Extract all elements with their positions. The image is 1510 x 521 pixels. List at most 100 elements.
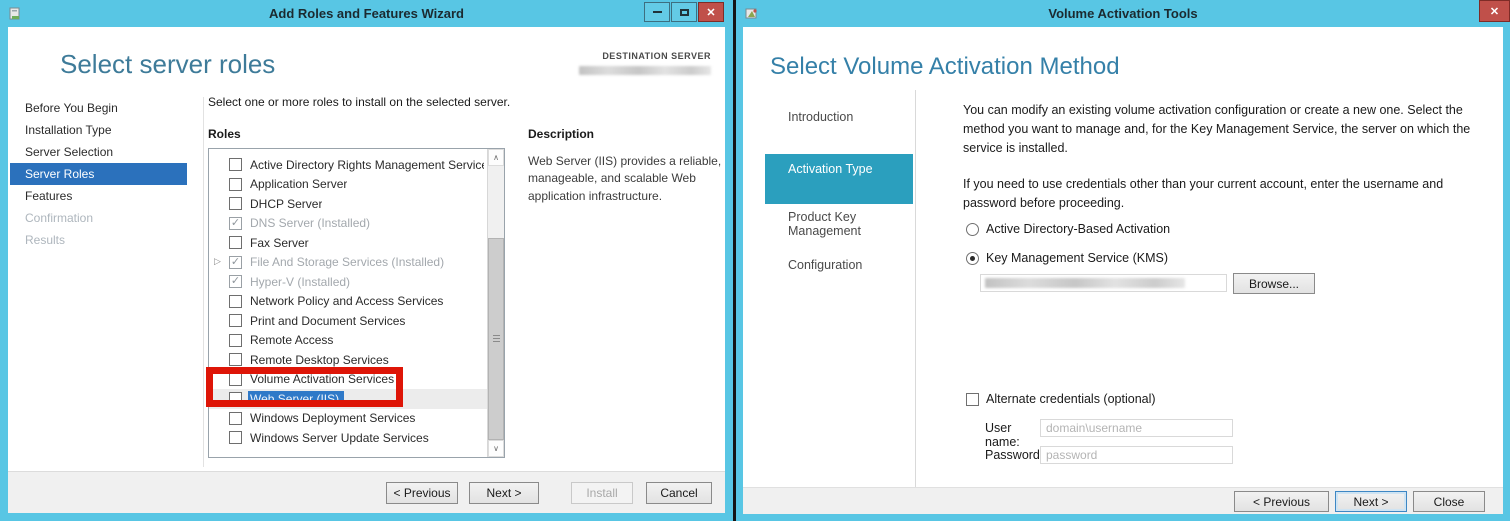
- radio-option-ad-activation[interactable]: Active Directory-Based Activation: [966, 222, 1170, 236]
- checkbox-unchecked-icon[interactable]: [229, 314, 242, 328]
- wizard-body: Select server roles DESTINATION SERVER B…: [8, 27, 725, 513]
- checkbox-checked-icon[interactable]: ✓: [229, 255, 242, 269]
- role-item-fax-server[interactable]: Fax Server: [209, 233, 504, 253]
- roles-list-label: Roles: [208, 127, 241, 141]
- previous-button[interactable]: < Previous: [386, 481, 458, 504]
- intro-paragraph: You can modify an existing volume activa…: [963, 103, 1471, 155]
- scrollbar[interactable]: ∧ ∨: [487, 149, 504, 457]
- destination-server-block: DESTINATION SERVER: [579, 51, 711, 75]
- browse-button[interactable]: Browse...: [1233, 273, 1315, 294]
- tool-body: Select Volume Activation Method Introduc…: [743, 27, 1503, 514]
- role-item-windows-server-update-services[interactable]: Windows Server Update Services: [209, 428, 504, 448]
- titlebar[interactable]: Volume Activation Tools ✕: [736, 0, 1510, 27]
- nav-item-activation-type[interactable]: Activation Type: [765, 154, 913, 204]
- checkbox-unchecked-icon[interactable]: [229, 372, 242, 386]
- maximize-button[interactable]: [671, 2, 697, 22]
- role-item-remote-desktop-services[interactable]: Remote Desktop Services: [209, 350, 504, 370]
- nav-item-installation-type[interactable]: Installation Type: [10, 119, 187, 141]
- username-input[interactable]: [1040, 419, 1233, 437]
- radio-selected-icon[interactable]: [966, 251, 979, 265]
- minimize-button[interactable]: [644, 2, 670, 22]
- nav-item-server-roles[interactable]: Server Roles: [10, 163, 187, 185]
- description-text: Web Server (IIS) provides a reliable, ma…: [528, 154, 722, 203]
- username-field-row: User name:: [985, 421, 1040, 449]
- scrollbar-thumb[interactable]: [488, 238, 504, 440]
- close-button[interactable]: ✕: [1479, 0, 1510, 22]
- role-item-dhcp-server[interactable]: DHCP Server: [209, 194, 504, 214]
- destination-server-label: DESTINATION SERVER: [602, 51, 711, 61]
- checkbox-unchecked-icon[interactable]: [229, 431, 242, 445]
- nav-item-server-selection[interactable]: Server Selection: [10, 141, 187, 163]
- nav-item-introduction[interactable]: Introduction: [743, 110, 915, 124]
- username-label: User name:: [985, 421, 1020, 449]
- role-item-file-and-storage-services[interactable]: ▷ ✓ File And Storage Services (Installed…: [209, 253, 504, 273]
- password-field-row: Password:: [985, 448, 1044, 462]
- checkbox-unchecked-icon[interactable]: [229, 392, 242, 406]
- instruction-text: Select one or more roles to install on t…: [208, 95, 511, 109]
- checkbox-checked-icon[interactable]: ✓: [229, 275, 242, 289]
- checkbox-checked-icon[interactable]: ✓: [229, 216, 242, 230]
- role-item-remote-access[interactable]: Remote Access: [209, 331, 504, 351]
- maximize-icon: [679, 8, 689, 16]
- description-title: Description: [528, 127, 595, 141]
- nav-item-configuration[interactable]: Configuration: [788, 258, 862, 272]
- titlebar[interactable]: Add Roles and Features Wizard ✕: [0, 0, 733, 27]
- kms-server-input[interactable]: [980, 274, 1227, 292]
- previous-button[interactable]: < Previous: [1234, 491, 1329, 512]
- checkbox-unchecked-icon[interactable]: [229, 197, 242, 211]
- nav-item-features[interactable]: Features: [10, 185, 187, 207]
- checkbox-unchecked-icon[interactable]: [229, 411, 242, 425]
- roles-listbox: Active Directory Rights Management Servi…: [208, 148, 505, 458]
- next-button[interactable]: Next >: [1335, 491, 1407, 512]
- checkbox-unchecked-icon[interactable]: [229, 353, 242, 367]
- nav-item-product-key-management[interactable]: Product Key Management: [788, 210, 915, 238]
- password-input[interactable]: [1040, 446, 1233, 464]
- role-item-hyper-v[interactable]: ✓ Hyper-V (Installed): [209, 272, 504, 292]
- role-item-web-server-iis[interactable]: Web Server (IIS): [209, 389, 504, 409]
- page-title: Select server roles: [60, 49, 276, 79]
- radio-unselected-icon[interactable]: [966, 222, 979, 236]
- cancel-button[interactable]: Cancel: [646, 481, 712, 504]
- role-item-application-server[interactable]: Application Server: [209, 175, 504, 195]
- nav-divider: [915, 90, 916, 487]
- wizard-footer: < Previous Next > Install Cancel: [8, 471, 725, 513]
- checkbox-unchecked-icon[interactable]: [229, 236, 242, 250]
- screen: Add Roles and Features Wizard ✕ Select s…: [0, 0, 1510, 521]
- role-item-volume-activation-services[interactable]: Volume Activation Services: [209, 370, 504, 390]
- close-button[interactable]: ✕: [698, 2, 724, 22]
- next-button[interactable]: Next >: [469, 481, 539, 504]
- role-item-dns-server[interactable]: ✓ DNS Server (Installed): [209, 214, 504, 234]
- scroll-down-icon[interactable]: ∨: [488, 440, 504, 457]
- volume-activation-tools-window: Volume Activation Tools ✕ Select Volume …: [736, 0, 1510, 521]
- checkbox-unchecked-icon[interactable]: [229, 158, 242, 172]
- close-dialog-button[interactable]: Close: [1413, 491, 1485, 512]
- window-title: Add Roles and Features Wizard: [269, 6, 464, 21]
- expander-icon[interactable]: ▷: [214, 256, 221, 267]
- role-item-ad-rights-management[interactable]: Active Directory Rights Management Servi…: [209, 155, 504, 175]
- alternate-credentials-checkbox-row[interactable]: Alternate credentials (optional): [966, 392, 1156, 406]
- checkbox-unchecked-icon[interactable]: [229, 333, 242, 347]
- window-title: Volume Activation Tools: [1048, 6, 1198, 21]
- role-item-windows-deployment-services[interactable]: Windows Deployment Services: [209, 409, 504, 429]
- nav-divider: [203, 97, 204, 467]
- add-roles-wizard-window: Add Roles and Features Wizard ✕ Select s…: [0, 0, 733, 521]
- role-item-network-policy[interactable]: Network Policy and Access Services: [209, 292, 504, 312]
- install-button: Install: [571, 481, 633, 504]
- minimize-icon: [652, 11, 662, 13]
- checkbox-unchecked-icon[interactable]: [229, 177, 242, 191]
- close-icon: ✕: [1489, 5, 1500, 18]
- close-icon: ✕: [706, 6, 716, 19]
- tool-footer: < Previous Next > Close: [743, 487, 1503, 514]
- radio-option-kms[interactable]: Key Management Service (KMS): [966, 251, 1168, 265]
- nav-item-results: Results: [25, 233, 66, 247]
- checkbox-unchecked-icon[interactable]: [229, 294, 242, 308]
- role-item-print-and-document[interactable]: Print and Document Services: [209, 311, 504, 331]
- password-label: Password:: [985, 448, 1044, 462]
- description-panel: Description Web Server (IIS) provides a …: [528, 127, 724, 205]
- scroll-up-icon[interactable]: ∧: [488, 149, 504, 166]
- page-title: Select Volume Activation Method: [770, 53, 1120, 80]
- checkbox-unchecked-icon[interactable]: [966, 392, 979, 406]
- credentials-paragraph: If you need to use credentials other tha…: [963, 177, 1444, 210]
- redacted-kms-server-name: [985, 278, 1185, 288]
- nav-item-before-you-begin[interactable]: Before You Begin: [10, 97, 187, 119]
